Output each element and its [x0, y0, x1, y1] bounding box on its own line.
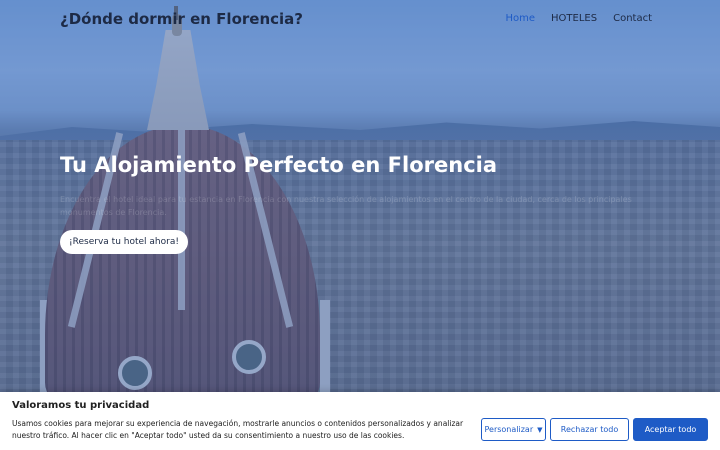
cookie-title: Valoramos tu privacidad — [12, 400, 150, 411]
site-title[interactable]: ¿Dónde dormir en Florencia? — [60, 10, 303, 28]
cookie-text: Usamos cookies para mejorar su experienc… — [12, 419, 464, 440]
book-hotel-button[interactable]: ¡Reserva tu hotel ahora! — [60, 230, 188, 254]
customize-button[interactable]: Personalizar ▼ — [481, 418, 546, 441]
customize-label: Personalizar — [484, 425, 534, 434]
main-nav: Home HOTELES Contact — [506, 13, 653, 24]
accept-all-button[interactable]: Aceptar todo — [633, 418, 708, 441]
caret-down-icon: ▼ — [537, 425, 543, 434]
hero-title: Tu Alojamiento Perfecto en Florencia — [60, 153, 498, 177]
reject-all-button[interactable]: Rechazar todo — [550, 418, 629, 441]
hero-text: Encuentra el hotel ideal para tu estanci… — [60, 195, 632, 217]
nav-item-home[interactable]: Home — [506, 13, 536, 24]
nav-item-hoteles[interactable]: HOTELES — [551, 13, 597, 24]
nav-item-contact[interactable]: Contact — [613, 13, 652, 24]
